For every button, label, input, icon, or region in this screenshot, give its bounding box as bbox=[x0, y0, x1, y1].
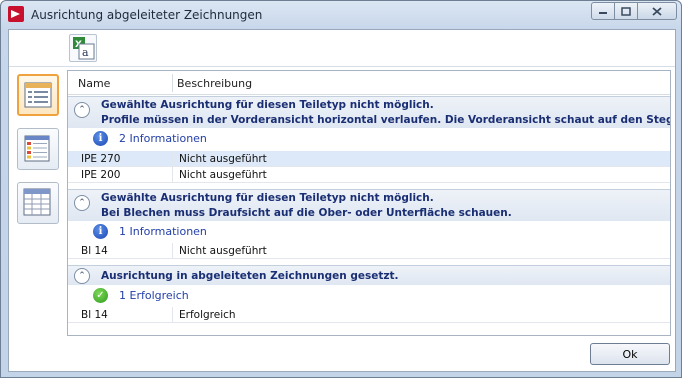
window-title: Ausrichtung abgeleiteter Zeichnungen bbox=[31, 8, 263, 22]
maximize-button[interactable] bbox=[614, 2, 638, 20]
group-title-line1: Gewählte Ausrichtung für diesen Teiletyp… bbox=[101, 99, 434, 111]
chevron-up-icon: ⌃ bbox=[78, 271, 86, 281]
table-row[interactable]: IPE 200 Nicht ausgeführt bbox=[68, 167, 670, 183]
group-status-text: 1 Erfolgreich bbox=[119, 289, 189, 302]
group-status-line: i 1 Informationen bbox=[68, 221, 670, 243]
close-button[interactable] bbox=[637, 2, 677, 20]
list-view-icon bbox=[24, 82, 52, 108]
group-title-line1: Ausrichtung in abgeleiteten Zeichnungen … bbox=[101, 270, 399, 282]
group-header[interactable]: ⌃ Gewählte Ausrichtung für diesen Teilet… bbox=[68, 96, 670, 128]
row-description: Erfolgreich bbox=[179, 309, 236, 321]
maximize-icon bbox=[621, 6, 631, 16]
svg-text:a: a bbox=[82, 46, 89, 59]
toolbar-divider bbox=[9, 66, 675, 67]
table-grid-icon bbox=[23, 188, 51, 216]
sidebar-colored-table-button[interactable] bbox=[17, 128, 59, 170]
group-status-text: 1 Informationen bbox=[119, 225, 207, 238]
ok-button-label: Ok bbox=[622, 347, 638, 361]
group-title-line1: Gewählte Ausrichtung für diesen Teiletyp… bbox=[101, 192, 434, 204]
close-icon bbox=[652, 6, 662, 16]
row-description: Nicht ausgeführt bbox=[179, 169, 267, 181]
group-status-line: ✓ 1 Erfolgreich bbox=[68, 285, 670, 307]
collapse-button[interactable]: ⌃ bbox=[74, 102, 90, 118]
group-status-line: i 2 Informationen bbox=[68, 128, 670, 150]
row-name: Bl 14 bbox=[81, 245, 108, 257]
group-header[interactable]: ⌃ Gewählte Ausrichtung für diesen Teilet… bbox=[68, 189, 670, 221]
group-header[interactable]: ⌃ Ausrichtung in abgeleiteten Zeichnunge… bbox=[68, 265, 670, 285]
dialog-window: Ausrichtung abgeleiteter Zeichnungen X a bbox=[0, 0, 682, 378]
sidebar-list-view-button[interactable] bbox=[17, 74, 59, 116]
group-title-line2: Profile müssen in der Vorderansicht hori… bbox=[101, 114, 671, 126]
row-name: Bl 14 bbox=[81, 309, 108, 321]
colored-table-icon bbox=[24, 135, 50, 162]
cell-divider bbox=[172, 307, 173, 323]
sidebar-table-grid-button[interactable] bbox=[17, 182, 59, 224]
column-divider[interactable] bbox=[172, 74, 173, 92]
ok-button[interactable]: Ok bbox=[590, 343, 670, 365]
table-row[interactable]: IPE 270 Nicht ausgeführt bbox=[68, 151, 670, 167]
cell-divider bbox=[172, 151, 173, 167]
chevron-up-icon: ⌃ bbox=[78, 198, 86, 208]
chevron-up-icon: ⌃ bbox=[78, 105, 86, 115]
minimize-button[interactable] bbox=[591, 2, 615, 20]
collapse-button[interactable]: ⌃ bbox=[74, 195, 90, 211]
success-check-icon: ✓ bbox=[93, 288, 108, 303]
group-title-line2: Bei Blechen muss Draufsicht auf die Ober… bbox=[101, 207, 512, 219]
result-list[interactable]: Name Beschreibung ⌃ Gewählte Ausrichtung… bbox=[67, 70, 671, 336]
info-icon: i bbox=[93, 224, 108, 239]
row-description: Nicht ausgeführt bbox=[179, 153, 267, 165]
excel-export-button[interactable]: X a bbox=[69, 34, 97, 62]
row-name: IPE 270 bbox=[81, 153, 121, 165]
column-header-description[interactable]: Beschreibung bbox=[177, 77, 252, 90]
minimize-icon bbox=[599, 12, 607, 14]
title-bar[interactable]: Ausrichtung abgeleiteter Zeichnungen bbox=[1, 1, 681, 29]
list-header: Name Beschreibung bbox=[68, 71, 670, 95]
column-header-name[interactable]: Name bbox=[78, 77, 110, 90]
cell-divider bbox=[172, 167, 173, 183]
table-row[interactable]: Bl 14 Nicht ausgeführt bbox=[68, 243, 670, 259]
dialog-body: X a Name Beschreibung ⌃ Gewählte Ausrich… bbox=[8, 29, 676, 372]
table-row[interactable]: Bl 14 Erfolgreich bbox=[68, 307, 670, 323]
collapse-button[interactable]: ⌃ bbox=[74, 268, 90, 284]
hicad-logo-icon bbox=[8, 6, 24, 22]
row-description: Nicht ausgeführt bbox=[179, 245, 267, 257]
excel-export-icon: X a bbox=[73, 37, 95, 60]
info-icon: i bbox=[93, 131, 108, 146]
row-name: IPE 200 bbox=[81, 169, 121, 181]
cell-divider bbox=[172, 243, 173, 259]
group-status-text: 2 Informationen bbox=[119, 132, 207, 145]
